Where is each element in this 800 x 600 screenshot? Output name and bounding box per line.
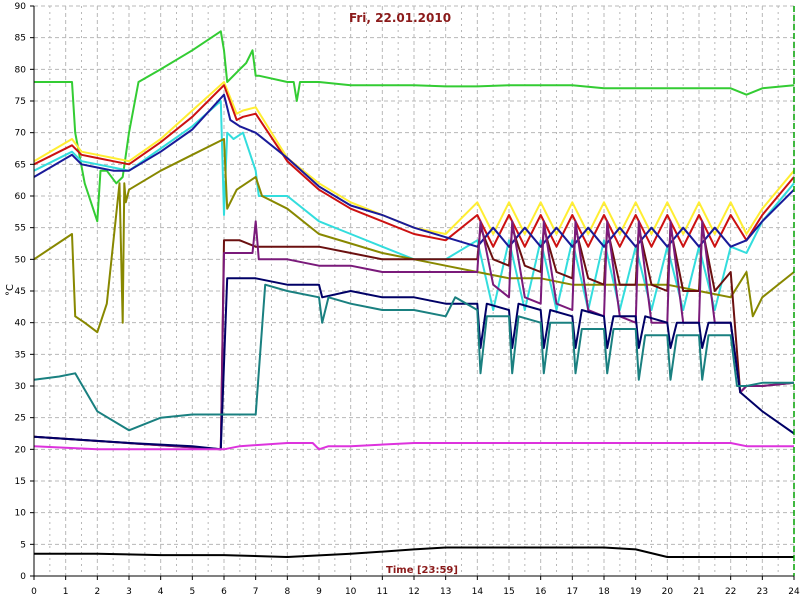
y-tick-label: 60 [15, 192, 27, 202]
chart-title: Fri, 22.01.2010 [349, 11, 451, 25]
x-tick-label: 14 [472, 587, 484, 597]
x-tick-label: 10 [345, 587, 357, 597]
x-tick-label: 3 [126, 587, 132, 597]
x-tick-label: 20 [662, 587, 674, 597]
x-tick-label: 4 [158, 587, 164, 597]
x-tick-label: 23 [757, 587, 768, 597]
y-tick-label: 15 [15, 477, 26, 487]
x-tick-label: 15 [503, 587, 514, 597]
y-tick-label: 25 [15, 414, 26, 424]
y-tick-label: 65 [15, 160, 26, 170]
x-tick-label: 0 [31, 587, 37, 597]
x-tick-label: 22 [725, 587, 736, 597]
x-tick-label: 24 [788, 587, 800, 597]
x-axis-label: Time [23:59] [386, 565, 458, 576]
y-tick-label: 75 [15, 97, 26, 107]
y-tick-label: 45 [15, 287, 26, 297]
y-tick-label: 0 [20, 572, 26, 582]
chart: Fri, 22.01.2010 Time [23:59] °C 01234567… [0, 0, 800, 600]
x-tick-label: 9 [316, 587, 322, 597]
x-tick-label: 19 [630, 587, 642, 597]
y-tick-label: 80 [15, 65, 27, 75]
x-tick-label: 2 [94, 587, 100, 597]
y-tick-label: 85 [15, 34, 26, 44]
x-tick-label: 5 [189, 587, 195, 597]
y-tick-label: 10 [15, 509, 27, 519]
y-tick-label: 5 [20, 540, 26, 550]
y-tick-label: 50 [15, 255, 27, 265]
x-tick-label: 18 [598, 587, 610, 597]
x-tick-label: 7 [253, 587, 259, 597]
x-tick-label: 8 [284, 587, 290, 597]
x-tick-label: 11 [377, 587, 388, 597]
y-tick-label: 40 [15, 319, 27, 329]
x-tick-label: 21 [693, 587, 704, 597]
y-tick-label: 20 [15, 445, 27, 455]
x-tick-label: 12 [408, 587, 419, 597]
y-tick-label: 35 [15, 350, 26, 360]
y-tick-label: 30 [15, 382, 27, 392]
y-tick-label: 55 [15, 224, 26, 234]
x-tick-label: 17 [567, 587, 578, 597]
x-tick-label: 16 [535, 587, 547, 597]
x-tick-label: 6 [221, 587, 227, 597]
x-tick-label: 1 [63, 587, 69, 597]
x-tick-label: 13 [440, 587, 451, 597]
y-tick-label: 70 [15, 129, 27, 139]
y-tick-label: 90 [15, 2, 27, 12]
